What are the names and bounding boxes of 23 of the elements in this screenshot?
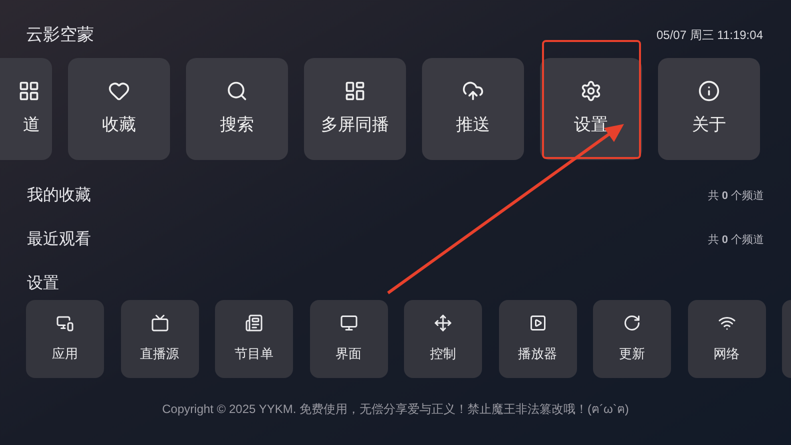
app-title: 云影空蒙: [26, 24, 94, 46]
settings-tile[interactable]: 界面: [310, 300, 388, 378]
menu-tile[interactable]: 道: [0, 58, 52, 160]
menu-tile[interactable]: 收藏: [68, 58, 170, 160]
channel-count: 共 0 个频道: [708, 188, 764, 204]
menu-tile[interactable]: 搜索: [186, 58, 288, 160]
settings-tile[interactable]: 节目单: [215, 300, 293, 378]
section-title: 我的收藏: [27, 186, 91, 206]
menu-tile[interactable]: 推送: [422, 58, 524, 160]
datetime: 05/07 周三 11:19:04: [656, 27, 763, 44]
copyright-text: Copyright © 2025 YYKM. 免费使用，无偿分享爱与正义！禁止魔王非法篡改哦！(ฅ´ω`ฅ): [162, 401, 629, 418]
section-title: 设置: [27, 274, 59, 294]
settings-tile[interactable]: 应用: [26, 300, 104, 378]
menu-tile[interactable]: 关于: [658, 58, 760, 160]
settings-tile[interactable]: 播放器: [498, 300, 576, 378]
menu-tile[interactable]: 多屏同播: [304, 58, 406, 160]
settings-tile[interactable]: 更新: [593, 300, 671, 378]
section-title: 最近观看: [27, 230, 91, 250]
menu-tile[interactable]: 设置: [540, 58, 642, 160]
settings-tile[interactable]: 网络: [688, 300, 766, 378]
settings-tile[interactable]: 控制: [404, 300, 482, 378]
channel-count: 共 0 个频道: [708, 232, 764, 248]
settings-tile[interactable]: 直播源: [120, 300, 198, 378]
